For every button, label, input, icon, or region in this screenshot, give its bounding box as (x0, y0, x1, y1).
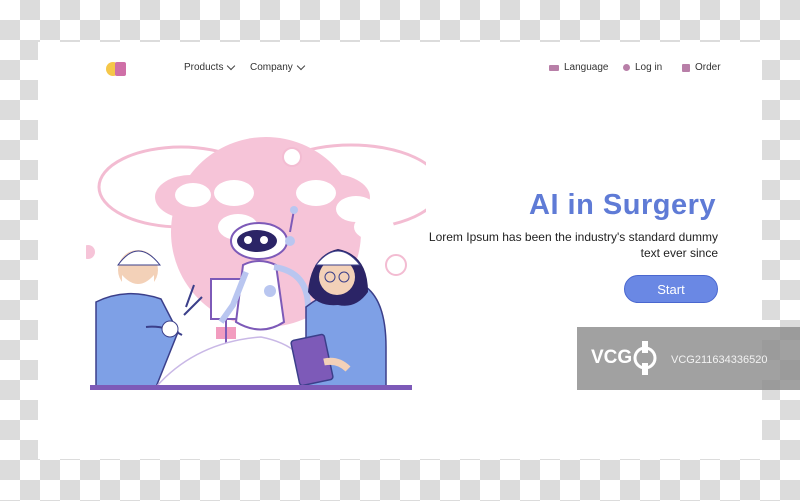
watermark-logo-icon (633, 341, 657, 375)
watermark-id: VCG211634336520 (671, 354, 768, 366)
globe-icon (549, 64, 559, 71)
nav-company[interactable]: Company (250, 61, 306, 73)
language-label: Language (564, 62, 609, 73)
start-button[interactable]: Start (624, 275, 718, 303)
nav-products-label: Products (184, 62, 224, 73)
login-label: Log in (635, 62, 663, 73)
user-icon (623, 64, 630, 71)
surgery-illustration (86, 137, 426, 390)
order-label: Order (695, 62, 721, 73)
order-link[interactable]: Order (682, 62, 721, 73)
login-link[interactable]: Log in (623, 62, 662, 73)
floor-line (90, 385, 412, 390)
patient-figure (154, 336, 312, 388)
watermark: VCG VCG211634336520 (577, 327, 800, 390)
watermark-brand: VCG (591, 347, 633, 368)
chevron-down-icon (296, 61, 306, 70)
hero-title: AI in Surgery (529, 189, 716, 221)
nav-products[interactable]: Products (184, 61, 236, 73)
hero-description: Lorem Ipsum has been the industry's stan… (428, 230, 718, 260)
logo-purple-shape (115, 62, 126, 76)
landing-page: Products Company Language Log in Order A… (38, 42, 762, 459)
language-link[interactable]: Language (549, 62, 609, 73)
brand-logo[interactable] (106, 62, 130, 78)
cart-icon (682, 63, 690, 72)
chevron-down-icon (227, 61, 236, 70)
nav-company-label: Company (250, 62, 293, 73)
